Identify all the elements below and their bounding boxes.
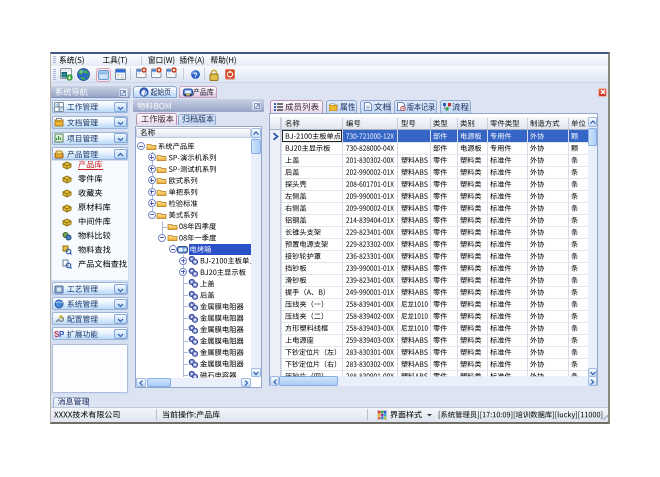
- svg-text:P: P: [59, 330, 64, 339]
- svg-text:?: ?: [193, 70, 198, 79]
